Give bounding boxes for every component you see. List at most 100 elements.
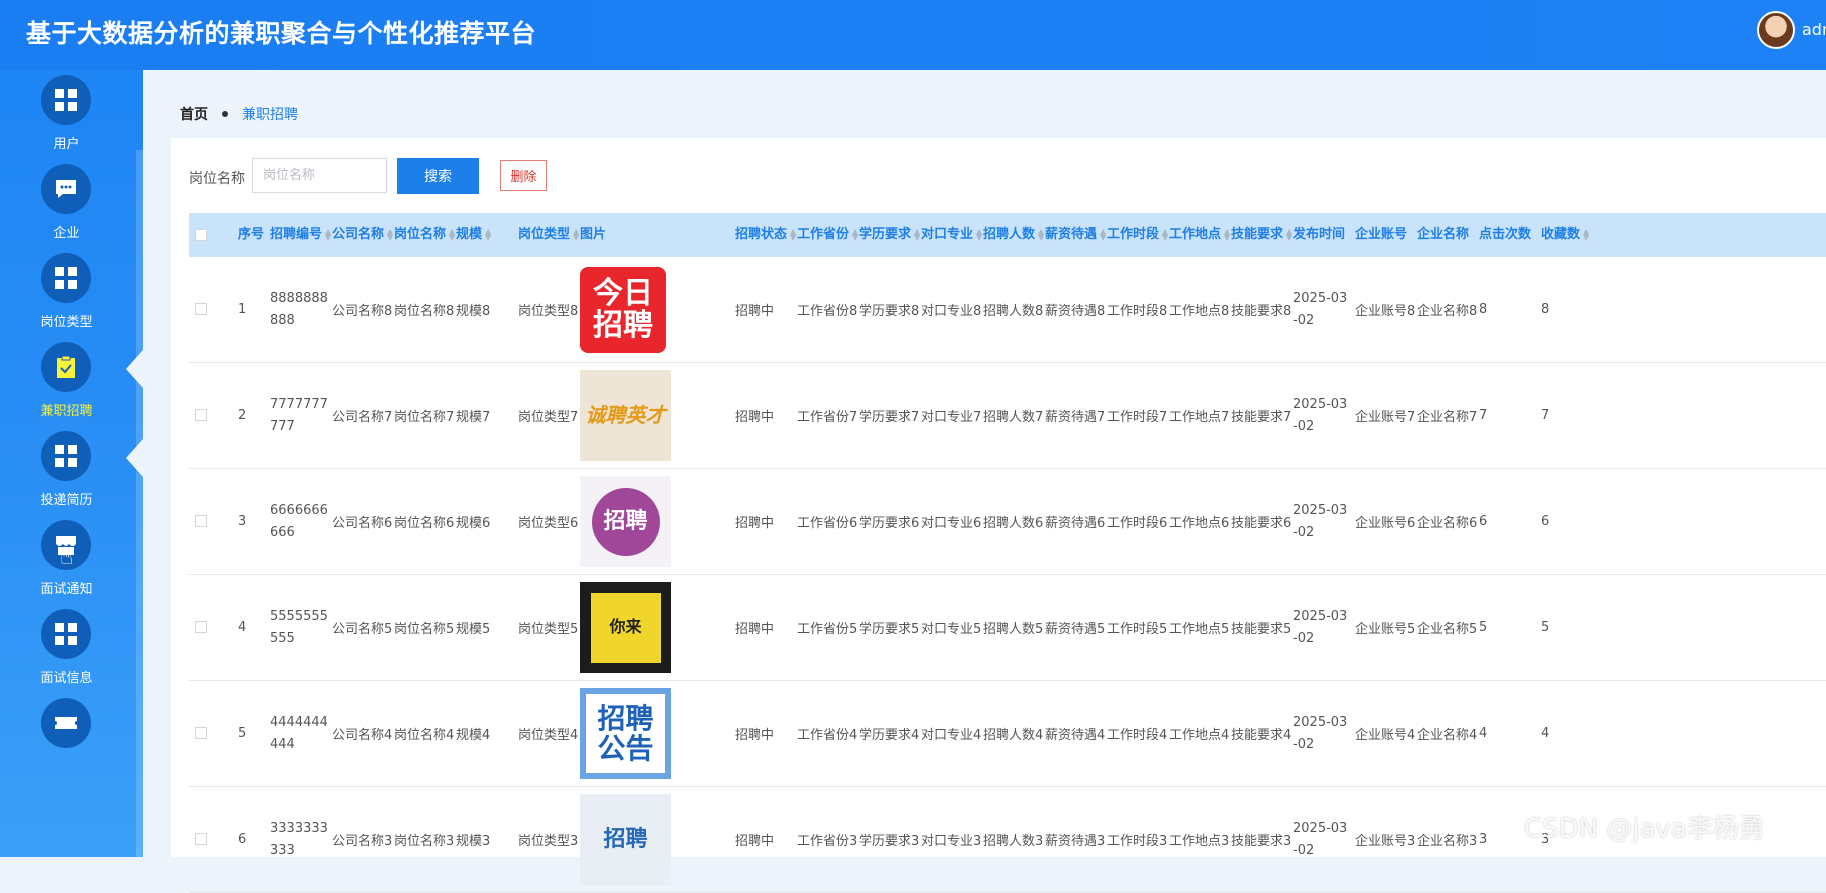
cell-status: 招聘中 [735,575,774,680]
cell-text: 2025-03-02 [1293,396,1348,434]
sort-icon[interactable]: ▲ ▼ [976,227,982,241]
sort-icon[interactable]: ▲ ▼ [1286,227,1292,241]
row-checkbox[interactable] [195,621,207,633]
cell-text: 招聘中 [735,622,775,637]
column-header-scale[interactable]: 规模 ▲ ▼ [456,213,491,257]
sort-icon[interactable]: ▲ ▼ [387,227,393,241]
column-header-image[interactable]: 图片 [580,213,606,257]
username[interactable]: adr [1802,20,1826,39]
cell-text: 工作时段5 [1107,622,1168,637]
cell-text: 学历要求4 [859,728,920,743]
row-checkbox[interactable] [195,833,207,845]
column-header-favs[interactable]: 收藏数 ▲ ▼ [1541,213,1589,257]
column-header-edu[interactable]: 学历要求 ▲ ▼ [859,213,920,257]
cell-text: 企业名称6 [1417,516,1478,531]
sidebar-item-5[interactable]: 面试通知 [0,520,136,620]
cell-image: 招聘 [580,787,671,892]
column-header-count[interactable]: 招聘人数 ▲ ▼ [983,213,1044,257]
search-input[interactable] [252,158,387,193]
sort-icon[interactable]: ▲ ▼ [1162,227,1168,241]
sidebar-scrollbar[interactable] [136,150,143,857]
table-row[interactable]: 4 5555555555 公司名称5 岗位名称5 规模5 岗位类型5 你来 招聘中 工作省份5 学… [189,575,1826,681]
sidebar-item-7[interactable] [0,698,136,798]
row-checkbox[interactable] [195,515,207,527]
column-header-period[interactable]: 工作时段 ▲ ▼ [1107,213,1168,257]
table-row[interactable]: 2 7777777777 公司名称7 岗位名称7 规模7 岗位类型7 诚聘英才 招聘中 工作省份… [189,363,1826,469]
cell-text: 工作时段6 [1107,516,1168,531]
select-all-checkbox[interactable] [195,229,207,241]
cell-clicks: 8 [1479,257,1487,362]
cell-text: 岗位类型3 [518,834,579,849]
sort-icon[interactable]: ▲ ▼ [1100,227,1106,241]
cell-text: 岗位类型6 [518,516,579,531]
cell-ename: 企业名称4 [1417,681,1477,786]
cell-type: 岗位类型7 [518,363,578,468]
cell-text: 对口专业4 [921,728,982,743]
column-header-salary[interactable]: 薪资待遇 ▲ ▼ [1045,213,1106,257]
breadcrumb-home[interactable]: 首页 [180,107,208,123]
column-header-clicks[interactable]: 点击次数 [1479,213,1531,257]
cell-scale: 规模8 [456,257,490,362]
column-header-skill[interactable]: 技能要求 ▲ ▼ [1231,213,1292,257]
table-row[interactable]: 3 6666666666 公司名称6 岗位名称6 规模6 岗位类型6 招聘 招聘中 工作省份6 学… [189,469,1826,575]
sort-icon[interactable]: ▲ ▼ [325,227,331,241]
cell-edu: 学历要求6 [859,469,919,574]
sidebar-item-1[interactable]: 企业 [0,164,136,264]
column-header-status[interactable]: 招聘状态 ▲ ▼ [735,213,796,257]
column-header-province[interactable]: 工作省份 ▲ ▼ [797,213,858,257]
sort-icon[interactable]: ▲ ▼ [573,227,579,241]
cell-text: 技能要求4 [1231,728,1292,743]
cell-favs: 6 [1541,469,1549,574]
column-header-type[interactable]: 岗位类型 ▲ ▼ [518,213,579,257]
row-checkbox[interactable] [195,303,207,315]
table-row[interactable]: 5 4444444444 公司名称4 岗位名称4 规模4 岗位类型4 招聘公告 招聘中 工作省份… [189,681,1826,787]
cell-text: 薪资待遇5 [1045,622,1106,637]
search-button[interactable]: 搜索 [397,158,479,194]
sort-icon[interactable]: ▲ ▼ [914,227,920,241]
cell-text: 企业名称8 [1417,304,1478,319]
cell-text: 学历要求6 [859,516,920,531]
cell-edu: 学历要求4 [859,681,919,786]
table-row[interactable]: 1 8888888888 公司名称8 岗位名称8 规模8 岗位类型8 今日招聘 招聘中 工作省份… [189,257,1826,363]
row-checkbox[interactable] [195,727,207,739]
sidebar-item-0[interactable]: 用户 [0,75,136,175]
sort-icon[interactable]: ▲ ▼ [1224,227,1230,241]
sort-icon[interactable]: ▲ ▼ [449,227,455,241]
cell-place: 工作地点4 [1169,681,1229,786]
column-header-code[interactable]: 招聘编号 ▲ ▼ [270,213,331,257]
cell-favs: 4 [1541,681,1549,786]
cell-text: 规模3 [456,834,491,849]
sort-icon[interactable]: ▲ ▼ [1583,227,1589,241]
column-header-no[interactable]: 序号 [238,213,264,257]
cell-date: 2025-03-02 [1293,257,1351,362]
sidebar-item-2[interactable]: 岗位类型 [0,253,136,353]
row-checkbox[interactable] [195,409,207,421]
column-header-ename[interactable]: 企业名称 [1417,213,1469,257]
sidebar-item-4[interactable]: 投递简历 [0,431,143,531]
sidebar-item-3[interactable]: 兼职招聘 [0,342,143,442]
cell-text: 2 [238,408,247,423]
cell-position: 岗位名称7 [394,363,454,468]
delete-button[interactable]: 删除 [500,160,547,191]
cell-clicks: 4 [1479,681,1487,786]
cell-text: 岗位名称3 [394,834,455,849]
column-header-account[interactable]: 企业账号 [1355,213,1407,257]
column-header-company[interactable]: 公司名称 ▲ ▼ [332,213,393,257]
column-header-position[interactable]: 岗位名称 ▲ ▼ [394,213,455,257]
sort-icon[interactable]: ▲ ▼ [485,227,491,241]
cell-text: 2025-03-02 [1293,502,1348,540]
cell-text: 工作省份3 [797,834,858,849]
cell-text: 工作省份6 [797,516,858,531]
cell-salary: 薪资待遇3 [1045,787,1105,892]
column-header-label: 工作时段 [1107,227,1160,242]
avatar[interactable] [1757,11,1795,49]
column-header-place[interactable]: 工作地点 ▲ ▼ [1169,213,1230,257]
sort-icon[interactable]: ▲ ▼ [852,227,858,241]
sort-icon[interactable]: ▲ ▼ [790,227,796,241]
cell-text: 薪资待遇6 [1045,516,1106,531]
column-header-date[interactable]: 发布时间 [1293,213,1345,257]
sidebar-item-6[interactable]: 面试信息 [0,609,136,709]
column-header-major[interactable]: 对口专业 ▲ ▼ [921,213,982,257]
sort-icon[interactable]: ▲ ▼ [1038,227,1044,241]
cell-text: 工作地点5 [1169,622,1230,637]
